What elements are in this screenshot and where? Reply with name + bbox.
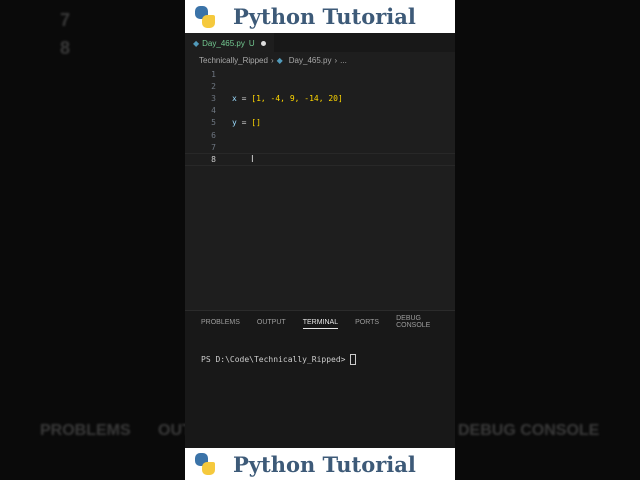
line-number: 3 <box>211 93 216 103</box>
line-number: 8 <box>211 154 216 164</box>
chevron-right-icon: › <box>270 56 274 65</box>
code-line-active: 8 <box>185 153 455 166</box>
text-cursor-icon: I <box>251 154 254 165</box>
code-line: 4 <box>185 105 455 117</box>
terminal-prompt: PS D:\Code\Technically_Ripped> <box>201 355 346 364</box>
bg-line-7: 7 <box>60 10 71 30</box>
code-line: 7 <box>185 141 455 153</box>
line-number: 2 <box>211 81 216 91</box>
banner-title: Python Tutorial <box>233 4 416 29</box>
bg-line-8: 8 <box>60 38 71 58</box>
terminal[interactable]: PS D:\Code\Technically_Ripped> <box>185 354 455 365</box>
editor-tab[interactable]: ◆ Day_465.py U <box>185 33 274 52</box>
operator: = <box>236 118 252 128</box>
code-line: 1 <box>185 68 455 80</box>
tab-output[interactable]: OUTPUT <box>257 319 286 326</box>
code-line: 6 <box>185 129 455 141</box>
list-literal: [1, -4, 9, -14, 20] <box>251 93 343 103</box>
tab-ports[interactable]: PORTS <box>355 319 379 326</box>
list-literal: [] <box>251 118 261 128</box>
code-line: 3x = [1, -4, 9, -14, 20] <box>185 92 455 104</box>
tab-filename: Day_465.py <box>202 38 245 48</box>
bottom-panel: PROBLEMS OUTPUT TERMINAL PORTS DEBUG CON… <box>185 310 455 448</box>
line-number: 1 <box>211 69 216 79</box>
bg-debug: DEBUG CONSOLE <box>458 422 600 439</box>
git-status: U <box>248 38 255 48</box>
line-number: 7 <box>211 142 216 152</box>
tab-terminal[interactable]: TERMINAL <box>302 319 339 329</box>
breadcrumb-file[interactable]: Day_465.py <box>289 56 332 65</box>
operator: = <box>236 93 252 103</box>
panel-tabs: PROBLEMS OUTPUT TERMINAL PORTS DEBUG CON… <box>185 311 455 333</box>
breadcrumb: Technically_Ripped › ◆ Day_465.py › ... <box>185 52 455 69</box>
vscode-window: ◆ Day_465.py U Technically_Ripped › ◆ Da… <box>185 33 455 448</box>
terminal-cursor <box>349 354 356 365</box>
tab-problems[interactable]: PROBLEMS <box>201 319 240 326</box>
python-file-icon: ◆ <box>276 56 283 65</box>
code-line: 2 <box>185 80 455 92</box>
code-editor[interactable]: 1 2 3x = [1, -4, 9, -14, 20] 4 5y = [] 6… <box>185 68 455 166</box>
python-logo-icon <box>193 452 217 476</box>
banner-title: Python Tutorial <box>233 451 416 477</box>
breadcrumb-more[interactable]: ... <box>340 56 347 65</box>
python-file-icon: ◆ <box>193 38 200 48</box>
bottom-banner: Python Tutorial <box>185 448 455 480</box>
tab-debug-console[interactable]: DEBUG CONSOLE <box>396 315 455 329</box>
line-number: 6 <box>211 130 216 140</box>
chevron-right-icon: › <box>334 56 338 65</box>
breadcrumb-folder[interactable]: Technically_Ripped <box>199 56 268 65</box>
unsaved-dot-icon[interactable] <box>260 40 266 46</box>
line-number: 4 <box>211 106 216 116</box>
code-line: 5y = [] <box>185 117 455 129</box>
python-logo-icon <box>193 5 217 29</box>
editor-tabbar: ◆ Day_465.py U <box>185 33 455 52</box>
line-number: 5 <box>211 118 216 128</box>
top-banner: Python Tutorial <box>185 0 455 33</box>
bg-problems: PROBLEMS <box>40 422 131 439</box>
